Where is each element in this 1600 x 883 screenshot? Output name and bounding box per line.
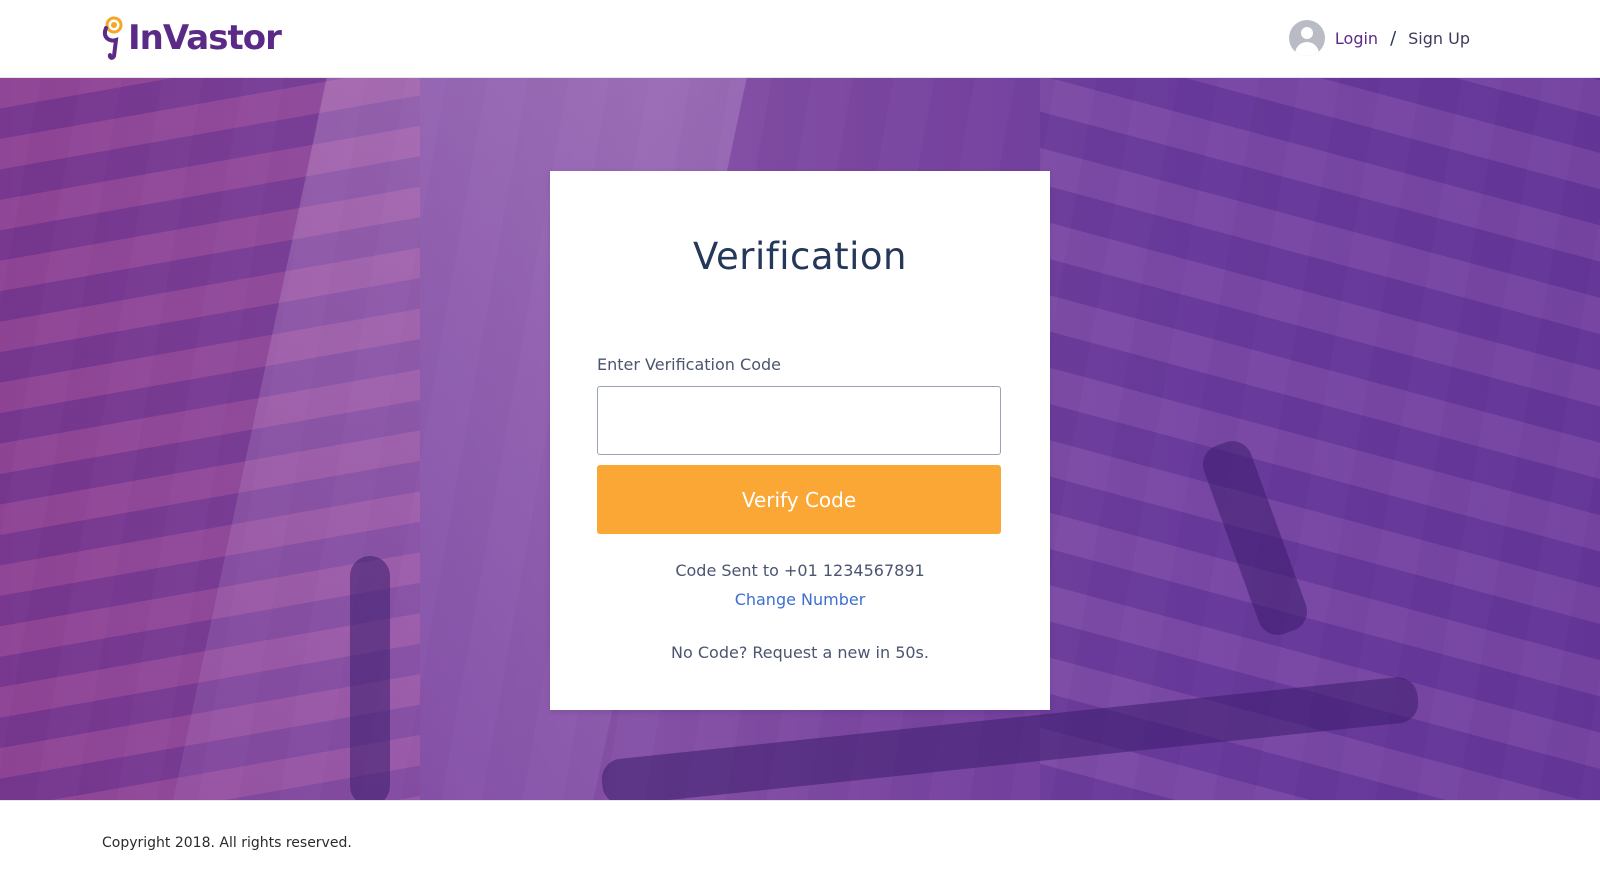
change-number-link[interactable]: Change Number xyxy=(550,590,1050,609)
login-link[interactable]: Login xyxy=(1335,29,1378,48)
resend-countdown-text: No Code? Request a new in 50s. xyxy=(671,643,929,662)
invastor-logo-icon xyxy=(100,16,130,60)
user-nav: Login / Sign Up xyxy=(1288,20,1470,56)
signup-link[interactable]: Sign Up xyxy=(1408,29,1470,48)
header: InVastor Login / Sign Up xyxy=(0,0,1600,78)
verification-code-input[interactable] xyxy=(597,386,1001,455)
verification-card: Verification Enter Verification Code Ver… xyxy=(550,171,1050,710)
code-sent-text: Code Sent to +01 1234567891 xyxy=(675,561,925,580)
logo[interactable]: InVastor xyxy=(100,15,282,61)
verify-code-button[interactable]: Verify Code xyxy=(597,465,1001,534)
footer: Copyright 2018. All rights reserved. xyxy=(0,800,1600,883)
copyright-text: Copyright 2018. All rights reserved. xyxy=(102,835,352,851)
nav-separator: / xyxy=(1390,27,1397,49)
logo-text: InVastor xyxy=(128,18,282,58)
page-title: Verification xyxy=(693,235,907,278)
verification-code-label: Enter Verification Code xyxy=(597,355,781,374)
user-avatar-icon[interactable] xyxy=(1288,20,1325,56)
background-cart-handle xyxy=(350,556,390,800)
